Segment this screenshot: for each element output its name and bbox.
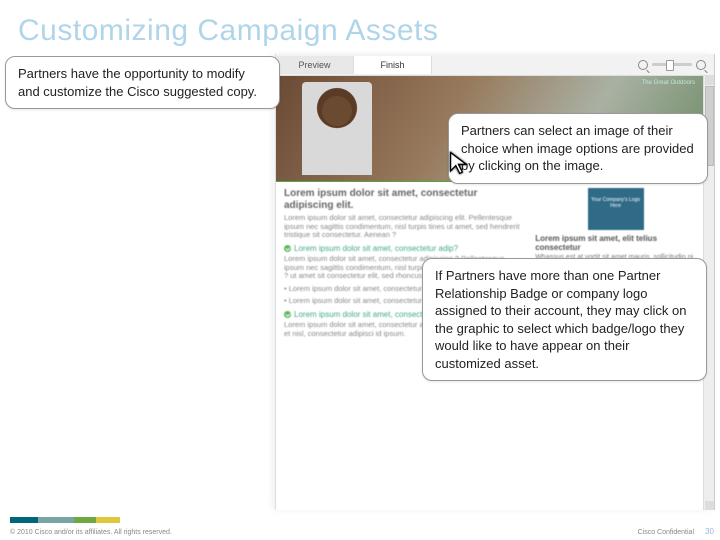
callout-image-select: Partners can select an image of their ch… bbox=[448, 113, 708, 184]
tab-finish[interactable]: Finish bbox=[354, 56, 432, 74]
doc-question-1[interactable]: Lorem ipsum dolor sit amet, consectetur … bbox=[284, 244, 525, 253]
zoom-out-icon[interactable] bbox=[638, 60, 648, 70]
hero-person-photo bbox=[302, 82, 372, 175]
check-icon bbox=[284, 311, 291, 318]
app-tab-bar: Preview Finish bbox=[276, 54, 714, 76]
page-number: 30 bbox=[705, 527, 714, 536]
logo-placeholder[interactable]: Your Company's Logo Here bbox=[588, 188, 644, 230]
copyright-text: © 2010 Cisco and/or its affiliates. All … bbox=[10, 529, 172, 536]
side-heading[interactable]: Lorem ipsum sit amet, elit telius consec… bbox=[535, 234, 696, 252]
zoom-in-icon[interactable] bbox=[696, 60, 706, 70]
slide-title: Customizing Campaign Assets bbox=[18, 14, 438, 48]
doc-heading[interactable]: Lorem ipsum dolor sit amet, consectetur … bbox=[284, 188, 525, 211]
zoom-control[interactable] bbox=[630, 60, 714, 70]
tab-preview[interactable]: Preview bbox=[276, 56, 354, 74]
check-icon bbox=[284, 245, 291, 252]
zoom-slider[interactable] bbox=[652, 63, 692, 66]
callout-intro: Partners have the opportunity to modify … bbox=[5, 56, 280, 109]
cursor-icon bbox=[448, 150, 474, 181]
confidential-text: Cisco Confidential bbox=[638, 529, 694, 536]
hero-overline: The Great Outdoors bbox=[642, 80, 695, 86]
brand-color-bars bbox=[10, 517, 120, 523]
callout-badge-select: If Partners have more than one Partner R… bbox=[422, 258, 707, 381]
doc-paragraph[interactable]: Lorem ipsum dolor sit amet, consectetur … bbox=[284, 214, 525, 240]
slide-footer: © 2010 Cisco and/or its affiliates. All … bbox=[0, 510, 720, 540]
